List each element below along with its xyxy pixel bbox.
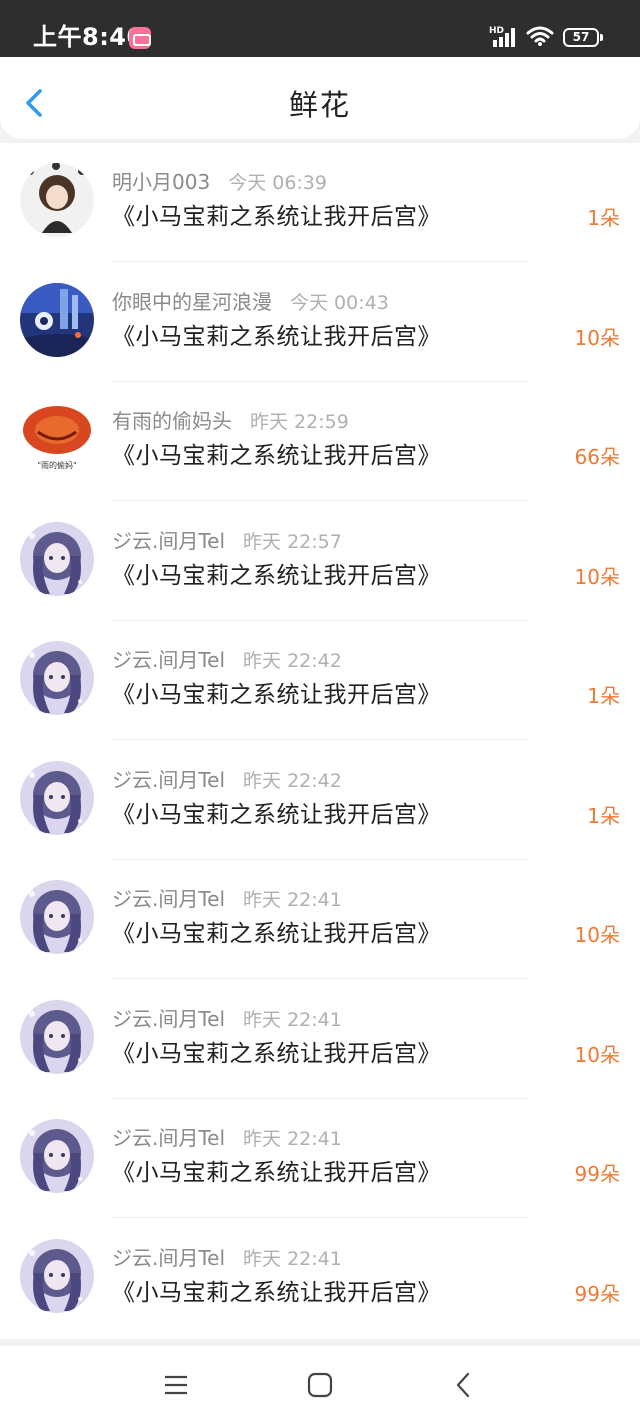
avatar[interactable] xyxy=(20,880,94,954)
svg-text:"雨的偷妈": "雨的偷妈" xyxy=(37,460,76,470)
wifi-icon xyxy=(526,26,554,46)
timestamp: 今天 00:43 xyxy=(290,291,389,314)
flower-count: 1朵 xyxy=(587,803,620,828)
book-title[interactable]: 《小马宝莉之系统让我开后宫》 xyxy=(112,440,441,472)
list-item[interactable]: ジ云.间月Tel 昨天 22:41 《小马宝莉之系统让我开后宫》 10朵 xyxy=(0,860,640,980)
user-name-text[interactable]: ジ云.间月Tel xyxy=(112,1246,225,1270)
list-item[interactable]: ジ云.间月Tel 昨天 22:41 《小马宝莉之系统让我开后宫》 10朵 xyxy=(0,980,640,1100)
timestamp: 昨天 22:42 xyxy=(243,769,342,792)
avatar[interactable] xyxy=(20,1238,94,1313)
list-item[interactable]: 明小月003 今天 06:39 《小马宝莉之系统让我开后宫》 1朵 xyxy=(0,143,640,263)
header: 鲜花 xyxy=(0,57,640,139)
timestamp: 昨天 22:41 xyxy=(243,1008,342,1031)
book-title[interactable]: 《小马宝莉之系统让我开后宫》 xyxy=(112,1157,441,1189)
user-name: ジ云.间月Tel 昨天 22:57 xyxy=(112,528,342,555)
user-name-text[interactable]: ジ云.间月Tel xyxy=(112,648,225,672)
timestamp: 昨天 22:42 xyxy=(243,650,342,672)
list-item[interactable]: ジ云.间月Tel 昨天 22:57 《小马宝莉之系统让我开后宫》 10朵 xyxy=(0,502,640,622)
user-name-text[interactable]: ジ云.间月Tel xyxy=(112,887,225,911)
back-icon[interactable] xyxy=(449,1370,479,1400)
avatar[interactable] xyxy=(20,760,94,835)
flower-count: 1朵 xyxy=(587,206,620,230)
list-item[interactable]: 你眼中的星河浪漫 今天 00:43 《小马宝莉之系统让我开后宫》 10朵 xyxy=(0,263,640,383)
navigation-bar xyxy=(0,1346,640,1422)
user-name-text[interactable]: ジ云.间月Tel xyxy=(112,1126,225,1150)
avatar[interactable]: "雨的偷妈" xyxy=(20,402,94,476)
book-title[interactable]: 《小马宝莉之系统让我开后宫》 xyxy=(112,201,441,233)
user-name-text[interactable]: ジ云.间月Tel xyxy=(112,768,225,792)
app-notification-icon xyxy=(129,27,151,49)
flower-list: 明小月003 今天 06:39 《小马宝莉之系统让我开后宫》 1朵 你眼中的星河浪漫 今天… xyxy=(0,143,640,1339)
timestamp: 昨天 22:57 xyxy=(243,530,342,553)
home-icon[interactable] xyxy=(305,1370,335,1400)
user-name-text[interactable]: 你眼中的星河浪漫 xyxy=(112,290,272,314)
user-name: ジ云.间月Tel 昨天 22:41 xyxy=(112,1006,342,1033)
book-title[interactable]: 《小马宝莉之系统让我开后宫》 xyxy=(112,1038,441,1070)
list-item[interactable]: ジ云.间月Tel 昨天 22:41 《小马宝莉之系统让我开后宫》 99朵 xyxy=(0,1099,640,1219)
flower-count: 10朵 xyxy=(574,325,620,350)
timestamp: 今天 06:39 xyxy=(228,172,327,194)
menu-icon[interactable] xyxy=(161,1370,191,1400)
flower-count: 10朵 xyxy=(574,564,620,589)
list-item[interactable]: ジ云.间月Tel 昨天 22:41 《小马宝莉之系统让我开后宫》 99朵 xyxy=(0,1219,640,1339)
book-title[interactable]: 《小马宝莉之系统让我开后宫》 xyxy=(112,560,441,592)
book-title[interactable]: 《小马宝莉之系统让我开后宫》 xyxy=(112,918,441,950)
status-bar: 上午8:40 HD 57 xyxy=(0,0,640,57)
status-time: 上午8:40 xyxy=(33,23,144,51)
timestamp: 昨天 22:41 xyxy=(243,1247,342,1270)
user-name: ジ云.间月Tel 昨天 22:41 xyxy=(112,1125,342,1152)
timestamp: 昨天 22:59 xyxy=(250,411,349,433)
user-name: ジ云.间月Tel 昨天 22:41 xyxy=(112,1245,342,1272)
user-name: 有雨的偷妈头 昨天 22:59 xyxy=(112,408,349,435)
flower-count: 10朵 xyxy=(574,1042,620,1067)
flower-count: 1朵 xyxy=(587,684,620,708)
flower-count: 66朵 xyxy=(574,445,620,469)
book-title[interactable]: 《小马宝莉之系统让我开后宫》 xyxy=(112,321,441,353)
user-name-text[interactable]: ジ云.间月Tel xyxy=(112,1007,225,1031)
signal-icon xyxy=(493,28,515,47)
timestamp: 昨天 22:41 xyxy=(243,889,342,911)
list-item[interactable]: "雨的偷妈" 有雨的偷妈头 昨天 22:59 《小马宝莉之系统让我开后宫》 66朵 xyxy=(0,382,640,502)
user-name: ジ云.间月Tel 昨天 22:42 xyxy=(112,767,342,794)
avatar[interactable] xyxy=(20,282,94,357)
user-name-text[interactable]: ジ云.间月Tel xyxy=(112,529,225,553)
list-item[interactable]: ジ云.间月Tel 昨天 22:42 《小马宝莉之系统让我开后宫》 1朵 xyxy=(0,741,640,861)
battery-icon: 57 xyxy=(563,28,603,47)
page-title: 鲜花 xyxy=(288,88,351,122)
avatar[interactable] xyxy=(20,521,94,596)
flower-count: 99朵 xyxy=(574,1162,620,1186)
user-name-text[interactable]: 有雨的偷妈头 xyxy=(112,409,232,433)
book-title[interactable]: 《小马宝莉之系统让我开后宫》 xyxy=(112,679,441,711)
timestamp: 昨天 22:41 xyxy=(243,1128,342,1150)
user-name: 你眼中的星河浪漫 今天 00:43 xyxy=(112,289,389,316)
book-title[interactable]: 《小马宝莉之系统让我开后宫》 xyxy=(112,799,441,831)
book-title[interactable]: 《小马宝莉之系统让我开后宫》 xyxy=(112,1277,441,1309)
avatar[interactable] xyxy=(20,999,94,1074)
avatar[interactable] xyxy=(20,641,94,715)
flower-count: 99朵 xyxy=(574,1281,620,1306)
avatar[interactable] xyxy=(20,163,94,237)
flower-count: 10朵 xyxy=(574,923,620,947)
user-name-text[interactable]: 明小月003 xyxy=(112,170,210,194)
user-name: 明小月003 今天 06:39 xyxy=(112,169,327,196)
user-name: ジ云.间月Tel 昨天 22:41 xyxy=(112,886,342,913)
user-name: ジ云.间月Tel 昨天 22:42 xyxy=(112,647,342,674)
list-item[interactable]: ジ云.间月Tel 昨天 22:42 《小马宝莉之系统让我开后宫》 1朵 xyxy=(0,621,640,741)
avatar[interactable] xyxy=(20,1119,94,1193)
